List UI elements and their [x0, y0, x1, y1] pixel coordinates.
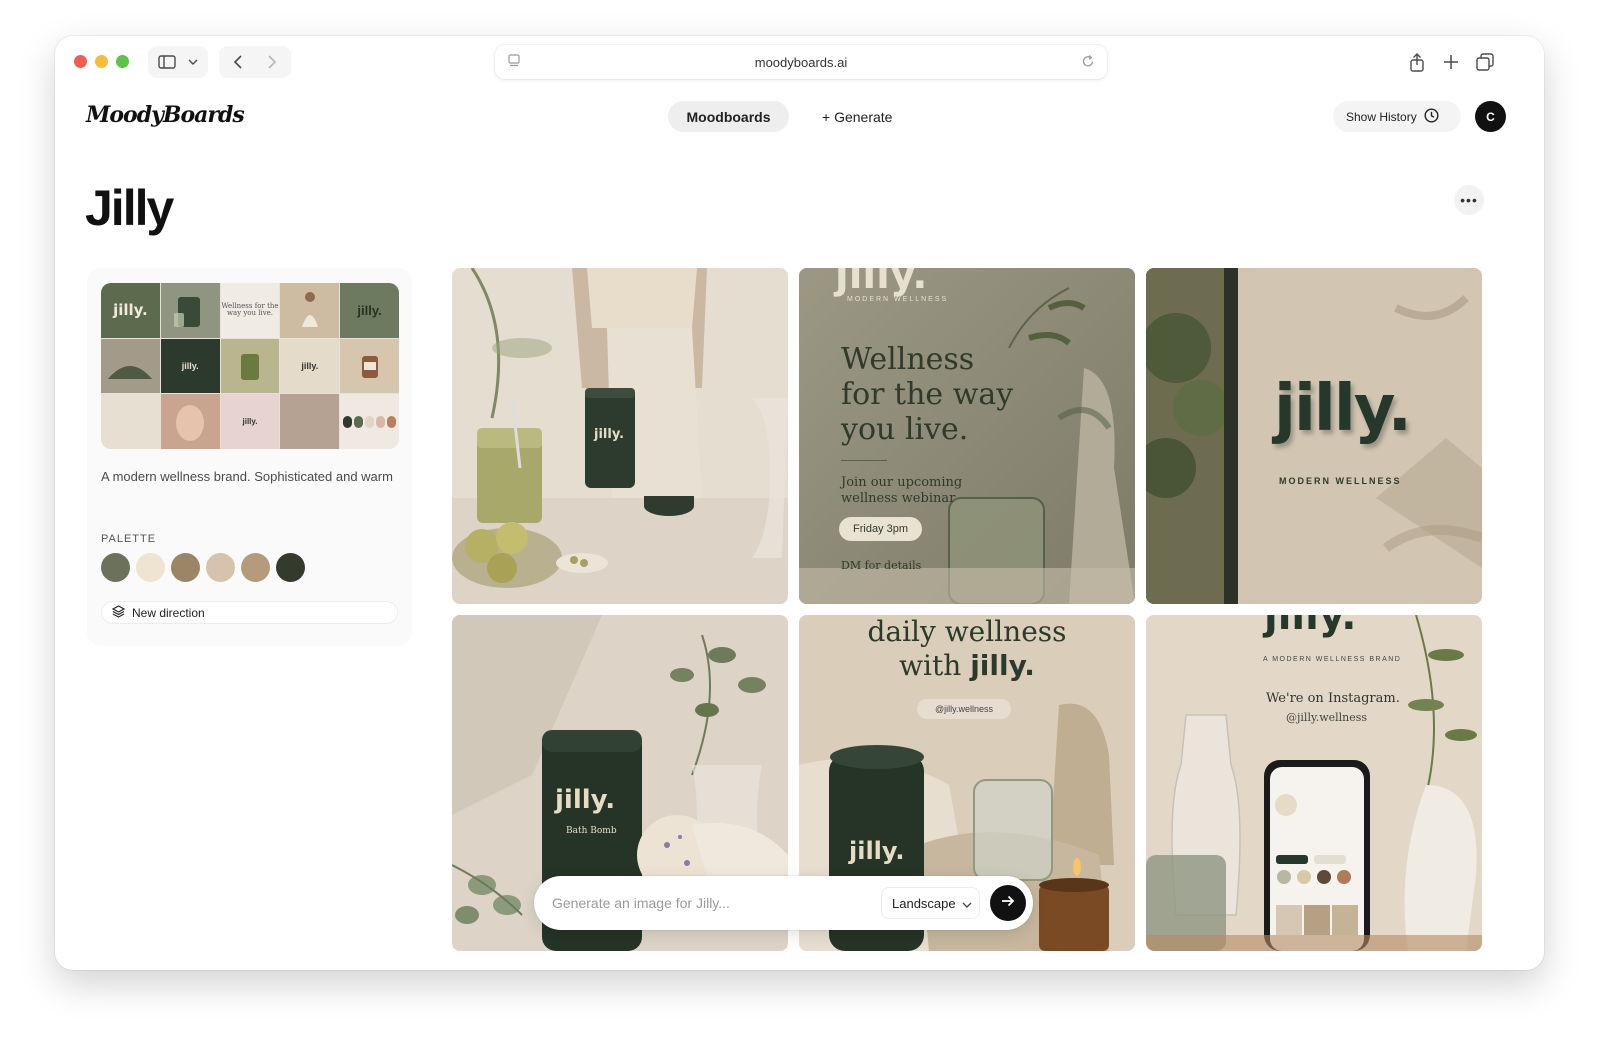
- image-tile[interactable]: jilly. MODERN WELLNESS Wellness for the …: [799, 268, 1135, 604]
- headline-line: Wellness: [841, 342, 975, 377]
- collage-palette-cell: [340, 394, 399, 449]
- back-icon[interactable]: [225, 46, 251, 78]
- arrow-right-icon: [1001, 894, 1015, 912]
- headline-line: you live.: [841, 412, 969, 447]
- poster-brand: jilly.: [835, 268, 928, 298]
- layers-icon: [111, 604, 126, 621]
- page-icon: [507, 53, 521, 72]
- image-grid: jilly. jilly. MODERN WELLNESS Wellness f…: [452, 268, 1483, 970]
- promo-tag: A MODERN WELLNESS BRAND: [1263, 656, 1402, 663]
- poster-tag: MODERN WELLNESS: [847, 296, 949, 303]
- subtext-line: Join our upcoming: [841, 475, 963, 490]
- headline-line: for the way: [841, 377, 1014, 412]
- plus-icon[interactable]: [1439, 46, 1463, 78]
- palette-swatch[interactable]: [276, 553, 305, 582]
- collage-cell: jilly.: [101, 283, 160, 338]
- poster-footer: DM for details: [841, 559, 922, 572]
- minimize-window-button[interactable]: [95, 55, 108, 68]
- tabs-icon[interactable]: [1473, 46, 1497, 78]
- image-tile[interactable]: jilly.: [452, 268, 788, 604]
- collage-cell: [160, 394, 220, 449]
- sidebar-icon[interactable]: [155, 46, 179, 78]
- poster-time-pill: Friday 3pm: [839, 517, 923, 541]
- collage-cell: [340, 338, 399, 394]
- orientation-select[interactable]: Landscape: [881, 887, 980, 919]
- board-info-card: jilly. Wellness for the way you live. ji…: [87, 268, 412, 646]
- show-history-button[interactable]: Show History: [1333, 101, 1461, 132]
- palette-label: PALETTE: [101, 533, 157, 545]
- image-tile[interactable]: jilly. A MODERN WELLNESS BRAND We're on …: [1146, 615, 1482, 951]
- instagram-promo-image: [1146, 615, 1482, 951]
- share-icon[interactable]: [1405, 46, 1429, 78]
- collage-cell: jilly.: [160, 338, 220, 394]
- user-avatar[interactable]: C: [1475, 101, 1506, 132]
- caption-brand: jilly.: [970, 649, 1035, 682]
- subtext-line: wellness webinar: [841, 491, 956, 506]
- collage-cell: [160, 283, 220, 338]
- moodboard-collage-image[interactable]: jilly. Wellness for the way you live. ji…: [101, 283, 399, 449]
- collage-cell: [101, 338, 160, 394]
- collage-cell: Wellness for the way you live.: [220, 283, 280, 338]
- divider: [841, 460, 887, 461]
- app-logo[interactable]: MoodyBoards: [86, 102, 245, 128]
- jar-brand: jilly.: [594, 427, 625, 442]
- tin-brand: jilly.: [555, 785, 616, 815]
- address-bar[interactable]: moodyboards.ai: [495, 45, 1107, 79]
- palette-swatch[interactable]: [136, 553, 165, 582]
- promo-line-2: @jilly.wellness: [1286, 711, 1368, 724]
- caption-line-1: daily wellness: [867, 615, 1067, 648]
- submit-button[interactable]: [990, 885, 1026, 921]
- poster-headline: Wellness for the way you live.: [841, 342, 1013, 447]
- forward-icon[interactable]: [259, 46, 285, 78]
- signage-tag: MODERN WELLNESS: [1279, 476, 1402, 486]
- collage-cell: [220, 338, 280, 394]
- url-text: moodyboards.ai: [754, 54, 848, 70]
- chevron-down-icon: [962, 896, 972, 911]
- nav-generate[interactable]: + Generate: [822, 101, 892, 132]
- board-title: Jilly: [85, 180, 174, 236]
- collage-cell: jilly.: [220, 394, 280, 449]
- image-tile[interactable]: jilly. MODERN WELLNESS: [1146, 268, 1482, 604]
- new-direction-label: New direction: [132, 605, 205, 620]
- collage-cell: [280, 394, 340, 449]
- nav-moodboards[interactable]: Moodboards: [668, 101, 789, 132]
- palette-swatch[interactable]: [241, 553, 270, 582]
- promo-logo: jilly.: [1264, 615, 1357, 639]
- jar-brand: jilly.: [849, 837, 905, 865]
- collage-cell: jilly.: [280, 338, 340, 394]
- browser-window: moodyboards.ai MoodyBoards Moodboards + …: [55, 36, 1544, 970]
- palette-swatch[interactable]: [101, 553, 130, 582]
- promo-line-1: We're on Instagram.: [1266, 691, 1400, 706]
- clock-icon: [1424, 107, 1439, 126]
- collage-cell: [280, 283, 340, 338]
- orientation-value: Landscape: [892, 895, 956, 911]
- palette-swatch[interactable]: [171, 553, 200, 582]
- poster-subtext: Join our upcoming wellness webinar: [841, 475, 962, 507]
- generate-prompt-bar: Landscape: [534, 876, 1033, 930]
- show-history-label: Show History: [1346, 109, 1417, 124]
- generate-prompt-input[interactable]: [552, 890, 852, 916]
- caption-prefix: with: [899, 649, 971, 682]
- signage-logo: jilly.: [1274, 372, 1412, 446]
- browser-toolbar: moodyboards.ai: [55, 36, 1544, 88]
- palette-swatches: [101, 553, 305, 582]
- collage-cell: jilly.: [340, 283, 399, 338]
- collage-cell: [101, 394, 160, 449]
- palette-swatch[interactable]: [206, 553, 235, 582]
- caption-handle: @jilly.wellness: [917, 699, 1011, 719]
- new-direction-button[interactable]: New direction: [101, 601, 398, 624]
- close-window-button[interactable]: [74, 55, 87, 68]
- board-description: A modern wellness brand. Sophisticated a…: [101, 469, 393, 484]
- caption-line-2: with jilly.: [799, 649, 1135, 682]
- zoom-window-button[interactable]: [116, 55, 129, 68]
- more-options-button[interactable]: •••: [1454, 185, 1484, 215]
- reload-icon[interactable]: [1081, 53, 1095, 72]
- tin-product-name: Bath Bomb: [566, 826, 617, 836]
- chevron-down-icon[interactable]: [183, 46, 203, 78]
